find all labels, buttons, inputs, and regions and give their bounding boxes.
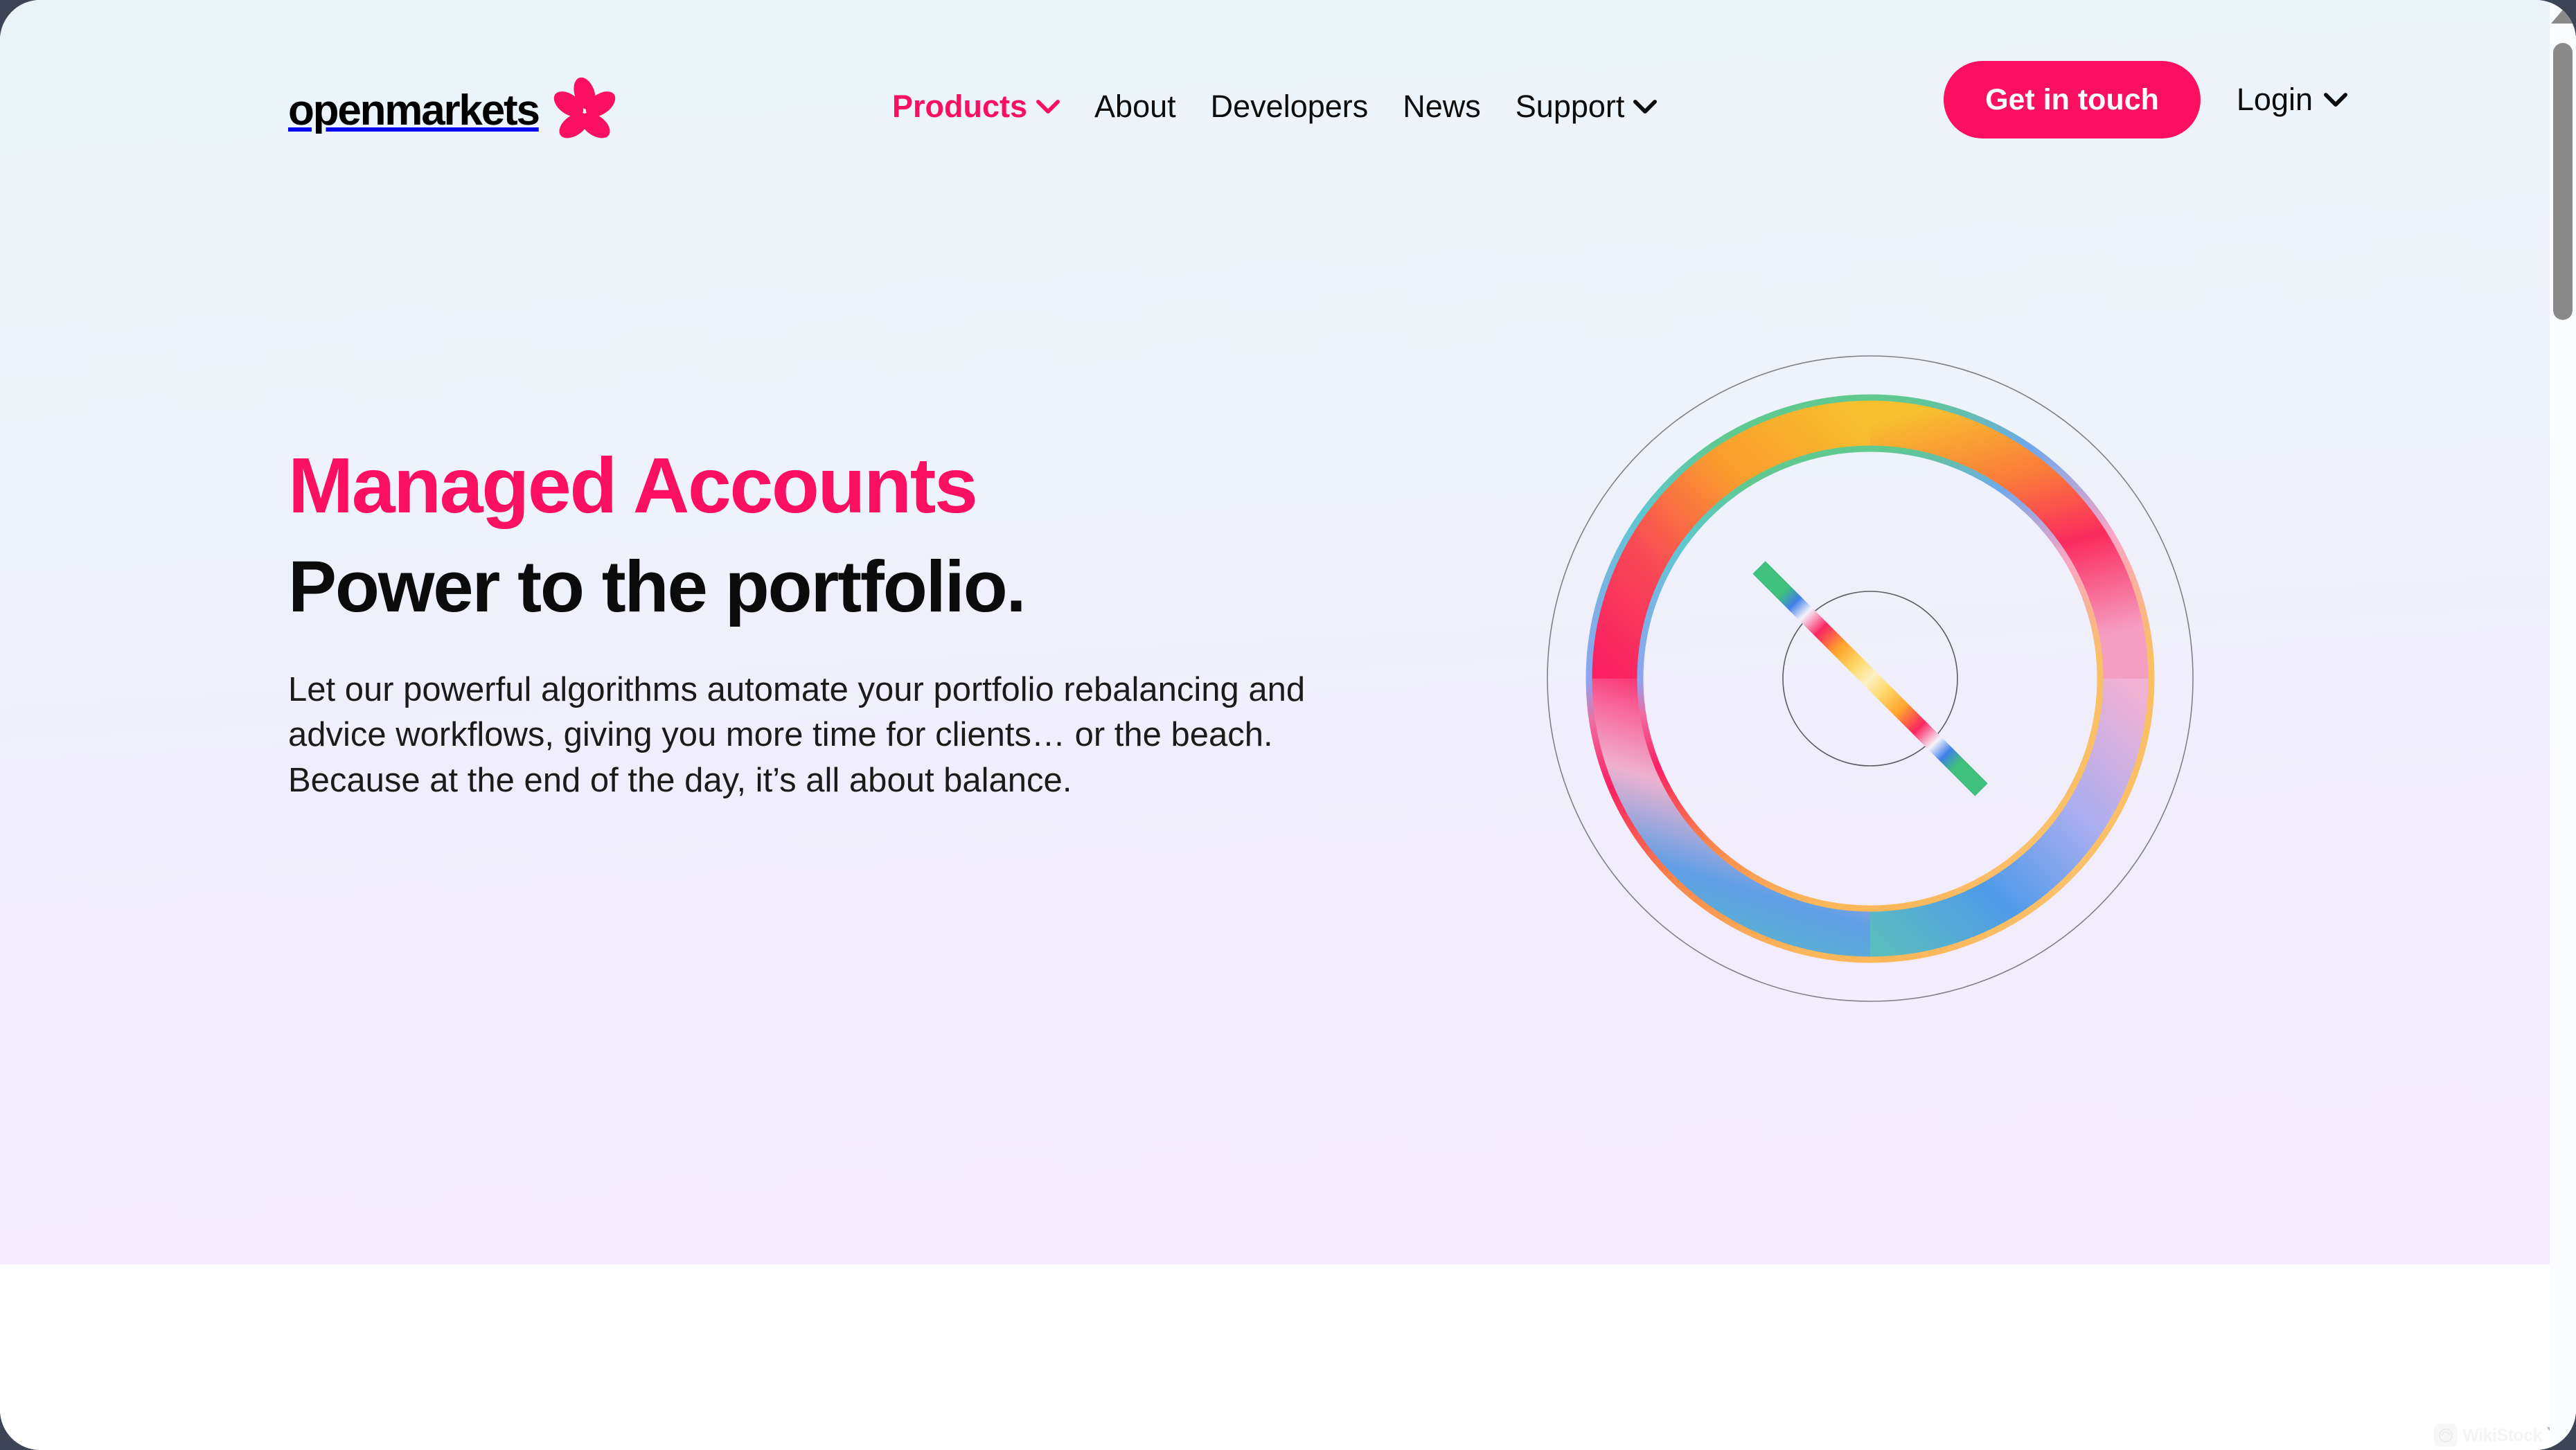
- nav-item-support[interactable]: Support: [1516, 91, 1658, 122]
- nav-item-products[interactable]: Products: [892, 91, 1060, 122]
- portfolio-balance-gauge: [1545, 353, 2196, 1004]
- hero-eyebrow: Managed Accounts: [288, 442, 978, 529]
- wikistock-icon: [2434, 1424, 2458, 1447]
- chevron-down-icon: [2324, 93, 2347, 107]
- browser-viewport: openmarkets Products About Developers Ne…: [0, 0, 2576, 1450]
- chevron-down-icon: [1633, 99, 1658, 114]
- nav-item-label: Developers: [1210, 89, 1369, 124]
- page-root: openmarkets Products About Developers Ne…: [0, 0, 2576, 1450]
- gauge-needle: [1752, 561, 1988, 796]
- get-in-touch-button[interactable]: Get in touch: [1944, 61, 2201, 138]
- vertical-scrollbar[interactable]: [2550, 0, 2576, 1450]
- hero-copy: Managed Accounts Power to the portfolio.…: [288, 443, 1327, 804]
- chevron-down-icon: [1036, 99, 1060, 114]
- scroll-up-arrow-icon[interactable]: [2551, 10, 2575, 24]
- nav-item-news[interactable]: News: [1403, 91, 1481, 122]
- nav-item-label: Products: [892, 89, 1028, 124]
- nav-item-label: News: [1403, 89, 1481, 124]
- flower-icon: [551, 78, 618, 144]
- nav-item-developers[interactable]: Developers: [1211, 91, 1369, 122]
- brand-logo[interactable]: openmarkets: [288, 78, 618, 144]
- login-menu[interactable]: Login: [2237, 82, 2347, 118]
- nav-item-label: About: [1094, 89, 1176, 124]
- brand-name: openmarkets: [288, 87, 540, 134]
- watermark-label: WikiStock: [2462, 1425, 2542, 1445]
- page-title: Power to the portfolio.: [288, 546, 1027, 628]
- nav-actions: Get in touch Login: [1944, 61, 2347, 138]
- login-label: Login: [2236, 82, 2313, 117]
- hero-body-text: Let our powerful algorithms automate you…: [288, 670, 1306, 799]
- nav-item-about[interactable]: About: [1094, 91, 1176, 122]
- scrollbar-thumb[interactable]: [2553, 43, 2573, 320]
- main-navigation: openmarkets Products About Developers Ne…: [0, 0, 2576, 138]
- nav-links: Products About Developers News Support: [892, 91, 1658, 122]
- nav-item-label: Support: [1515, 89, 1625, 124]
